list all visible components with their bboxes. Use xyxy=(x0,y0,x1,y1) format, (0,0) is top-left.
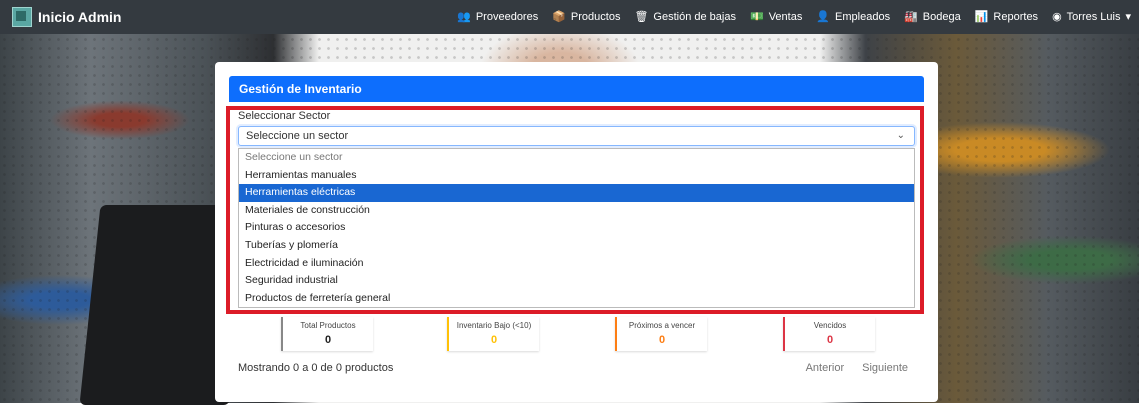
stat-vencidos: Vencidos 0 xyxy=(783,317,875,351)
sector-option[interactable]: Electricidad e iluminación xyxy=(239,255,914,273)
sector-option[interactable]: Pinturas o accesorios xyxy=(239,219,914,237)
sector-label: Seleccionar Sector xyxy=(238,110,331,122)
sector-option-placeholder[interactable]: Seleccione un sector xyxy=(239,149,914,167)
brand-logo-icon xyxy=(12,7,32,27)
users-icon: 👥 xyxy=(457,10,471,23)
box-icon: 📦 xyxy=(552,10,566,23)
sector-dropdown-list: Seleccione un sector Herramientas manual… xyxy=(238,148,915,308)
nav-item-productos[interactable]: 📦 Productos xyxy=(552,11,620,23)
inventory-card: Gestión de Inventario Seleccionar Sector… xyxy=(215,62,938,402)
nav-item-empleados[interactable]: 👤 Empleados xyxy=(816,11,890,23)
stat-inventario-bajo: Inventario Bajo (<10) 0 xyxy=(447,317,539,351)
user-icon: 👤 xyxy=(816,10,831,23)
prev-page-button[interactable]: Anterior xyxy=(806,362,845,374)
next-page-button[interactable]: Siguiente xyxy=(862,362,908,374)
user-menu[interactable]: ◉ Torres Luis ▾ xyxy=(1052,11,1131,23)
sector-option[interactable]: Herramientas manuales xyxy=(239,167,914,185)
nav-item-bodega[interactable]: 🏭 Bodega xyxy=(904,11,961,23)
caret-down-icon: ▾ xyxy=(1125,10,1131,23)
top-navbar: Inicio Admin 👥 Proveedores 📦 Productos 🗑… xyxy=(0,0,1139,34)
brand-title: Inicio Admin xyxy=(38,9,122,25)
pagination: Anterior Siguiente xyxy=(806,362,908,374)
brand[interactable]: Inicio Admin xyxy=(12,7,121,27)
pagination-info: Mostrando 0 a 0 de 0 productos xyxy=(238,362,394,374)
nav-menu: 👥 Proveedores 📦 Productos 🗑 Gestión de b… xyxy=(457,11,1131,23)
trash-icon: 🗑 xyxy=(634,10,649,23)
nav-item-gestion-bajas[interactable]: 🗑 Gestión de bajas xyxy=(634,11,736,23)
nav-item-ventas[interactable]: 💵 Ventas xyxy=(750,11,802,23)
sector-option[interactable]: Seguridad industrial xyxy=(239,272,914,290)
warehouse-icon: 🏭 xyxy=(904,10,918,23)
nav-item-reportes[interactable]: 📊 Reportes xyxy=(975,11,1038,23)
stat-total-productos: Total Productos 0 xyxy=(281,317,373,351)
report-icon: 📊 xyxy=(974,10,989,23)
sector-option[interactable]: Materiales de construcción xyxy=(239,202,914,220)
sector-select[interactable]: Seleccione un sector ⌄ xyxy=(238,126,915,146)
money-icon: 💵 xyxy=(749,10,764,23)
user-name: Torres Luis xyxy=(1066,11,1121,23)
sector-option-highlighted[interactable]: Herramientas eléctricas xyxy=(239,184,914,202)
sector-select-value: Seleccione un sector xyxy=(246,130,349,142)
card-title: Gestión de Inventario xyxy=(229,76,924,102)
chevron-down-icon: ⌄ xyxy=(896,130,905,141)
nav-item-proveedores[interactable]: 👥 Proveedores xyxy=(457,11,538,23)
sector-option[interactable]: Tuberías y plomería xyxy=(239,237,914,255)
stat-proximos-vencer: Próximos a vencer 0 xyxy=(615,317,707,351)
user-circle-icon: ◉ xyxy=(1052,10,1062,23)
sector-option[interactable]: Productos de ferretería general xyxy=(239,290,914,308)
